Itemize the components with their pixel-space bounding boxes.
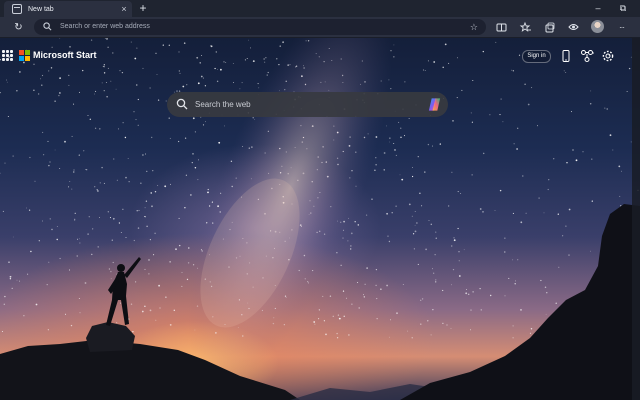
tab-title: New tab <box>28 5 54 13</box>
browser-toolbar: ↻ Search or enter web address ☆ ··· <box>0 17 640 38</box>
newtab-page-icon <box>12 4 22 14</box>
favorite-star-icon[interactable]: ☆ <box>470 19 478 35</box>
address-bar[interactable]: Search or enter web address ☆ <box>34 19 486 35</box>
restore-button[interactable]: ⧉ <box>615 1 631 15</box>
collections-icon[interactable] <box>542 20 557 35</box>
search-placeholder: Search the web <box>195 100 251 109</box>
gear-icon[interactable] <box>601 49 615 63</box>
search-icon <box>43 22 52 31</box>
profile-avatar[interactable] <box>591 20 604 33</box>
web-search-box[interactable]: Search the web <box>167 92 448 117</box>
page-scrollbar[interactable] <box>632 38 640 400</box>
close-tab-icon[interactable]: × <box>118 2 130 16</box>
copilot-icon[interactable] <box>427 97 442 112</box>
brand-name[interactable]: Microsoft Start <box>33 49 97 61</box>
apps-launcher-icon[interactable] <box>2 50 13 61</box>
browser-essentials-icon[interactable] <box>566 20 581 35</box>
title-bar: New tab × + – ⧉ <box>0 0 640 17</box>
scrollbar-thumb[interactable] <box>633 78 639 378</box>
settings-menu-icon[interactable]: ··· <box>614 20 629 35</box>
favorites-icon[interactable] <box>518 20 533 35</box>
address-placeholder: Search or enter web address <box>60 23 150 30</box>
split-screen-icon[interactable] <box>494 20 509 35</box>
minimize-button[interactable]: – <box>590 1 606 15</box>
new-tab-page: Microsoft Start Sign in Search the web <box>0 38 640 400</box>
mobile-phone-icon[interactable] <box>559 49 573 63</box>
tab-new-tab[interactable]: New tab × <box>4 1 132 17</box>
sign-in-button[interactable]: Sign in <box>522 50 551 63</box>
refresh-icon[interactable]: ↻ <box>11 20 26 35</box>
app-connect-icon[interactable] <box>580 49 594 63</box>
search-icon <box>176 98 188 110</box>
microsoft-logo-icon <box>19 50 30 61</box>
new-tab-button[interactable]: + <box>136 1 150 15</box>
